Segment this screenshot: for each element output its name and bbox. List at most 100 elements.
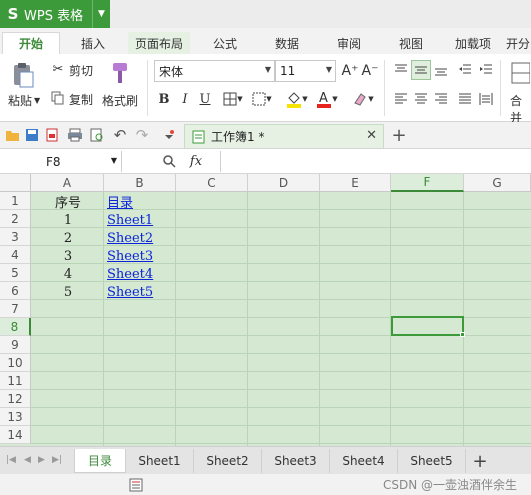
sheet-tab-sheet1[interactable]: Sheet1 [126, 449, 194, 473]
add-sheet-plus-icon[interactable]: + [470, 450, 490, 472]
column-header-f[interactable]: F [391, 174, 464, 192]
chevron-down-icon[interactable]: ▼ [92, 0, 110, 28]
column-header-e[interactable]: E [320, 174, 391, 192]
row-header-7[interactable]: 7 [0, 300, 31, 318]
cell-a6[interactable]: 5 [32, 283, 104, 301]
tab-more[interactable]: 开分 [506, 32, 531, 54]
tab-formulas[interactable]: 公式 [196, 32, 254, 54]
copy-button[interactable]: 复制 [69, 91, 93, 108]
cell-a1[interactable]: 序号 [32, 192, 104, 211]
print-icon[interactable] [66, 127, 84, 143]
first-sheet-icon[interactable]: |◀ [6, 455, 16, 465]
sheet-tab-toc[interactable]: 目录 [74, 449, 126, 473]
export-pdf-icon[interactable] [44, 127, 60, 143]
row-header-4[interactable]: 4 [0, 246, 31, 264]
zoom-search-icon[interactable] [160, 152, 178, 170]
row-header-13[interactable]: 13 [0, 408, 31, 426]
cell-b2-link[interactable]: Sheet1 [104, 211, 176, 229]
grow-font-button[interactable]: A⁺ [341, 62, 359, 80]
column-header-b[interactable]: B [104, 174, 176, 192]
align-top-icon[interactable] [392, 61, 410, 79]
fill-color-icon[interactable]: ▼ [284, 89, 310, 109]
align-center-icon[interactable] [412, 90, 430, 108]
sheet-tab-sheet3[interactable]: Sheet3 [262, 449, 330, 473]
cell-b4-link[interactable]: Sheet3 [104, 247, 176, 265]
column-header-g[interactable]: G [464, 174, 531, 192]
next-sheet-icon[interactable]: ▶ [38, 455, 45, 465]
row-header-1[interactable]: 1 [0, 192, 31, 210]
sheet-tab-sheet2[interactable]: Sheet2 [194, 449, 262, 473]
format-painter-button[interactable]: 格式刷 [102, 92, 138, 109]
formula-input[interactable] [220, 151, 531, 172]
tab-view[interactable]: 视图 [382, 32, 440, 54]
borders-icon[interactable]: ▼ [221, 90, 245, 108]
cell-b5-link[interactable]: Sheet4 [104, 265, 176, 283]
row-header-8[interactable]: 8 [0, 318, 31, 336]
tab-addins[interactable]: 加载项 [444, 32, 502, 54]
bold-button[interactable]: B [156, 90, 172, 108]
column-header-c[interactable]: C [176, 174, 248, 192]
name-box[interactable]: F8 ▼ [0, 151, 122, 172]
column-header-a[interactable]: A [31, 174, 104, 192]
spreadsheet-grid[interactable]: ABCDEFG 1 2 3 4 5 6 7 8 9 10 11 12 13 14 序号 目录 1 Shee… [0, 174, 531, 446]
increase-indent-icon[interactable] [477, 61, 495, 79]
font-color-icon[interactable]: A ▼ [314, 89, 340, 109]
new-tab-plus-icon[interactable]: + [390, 125, 408, 146]
paste-button[interactable]: 粘贴 ▼ [8, 92, 40, 109]
italic-button[interactable]: I [177, 90, 193, 108]
merge-button[interactable]: 合并 [510, 92, 531, 126]
row-header-11[interactable]: 11 [0, 372, 31, 390]
cell-style-icon[interactable]: ▼ [250, 90, 274, 108]
redo-icon[interactable]: ↷ [134, 126, 150, 144]
fill-handle[interactable] [460, 332, 465, 337]
shrink-font-button[interactable]: A⁻ [361, 62, 379, 80]
document-tab[interactable]: 工作簿1 * ✕ [184, 124, 384, 148]
scissors-icon[interactable]: ✂ [50, 61, 66, 77]
cell-a3[interactable]: 2 [32, 229, 104, 247]
cell-b6-link[interactable]: Sheet5 [104, 283, 176, 301]
cell-a2[interactable]: 1 [32, 211, 104, 229]
row-header-5[interactable]: 5 [0, 264, 31, 282]
font-name-select[interactable]: 宋体 ▼ [154, 60, 275, 82]
prev-sheet-icon[interactable]: ◀ [24, 455, 31, 465]
save-icon[interactable] [24, 127, 40, 143]
row-header-10[interactable]: 10 [0, 354, 31, 372]
row-header-12[interactable]: 12 [0, 390, 31, 408]
sheet-tab-sheet5[interactable]: Sheet5 [398, 449, 466, 473]
column-header-d[interactable]: D [248, 174, 320, 192]
selected-cell-f8[interactable] [391, 316, 464, 336]
select-all-corner[interactable] [0, 174, 31, 192]
close-icon[interactable]: ✕ [366, 128, 377, 143]
decrease-indent-icon[interactable] [456, 61, 474, 79]
paste-icon[interactable] [10, 62, 36, 88]
print-preview-icon[interactable] [89, 127, 105, 143]
last-sheet-icon[interactable]: ▶| [52, 455, 62, 465]
tab-page-layout[interactable]: 页面布局 [128, 32, 190, 54]
clear-format-icon[interactable]: ▼ [350, 89, 376, 109]
cell-b1-link[interactable]: 目录 [104, 192, 176, 211]
cell-b3-link[interactable]: Sheet2 [104, 229, 176, 247]
align-left-icon[interactable] [392, 90, 410, 108]
copy-icon[interactable] [50, 90, 66, 106]
tab-data[interactable]: 数据 [258, 32, 316, 54]
tab-review[interactable]: 审阅 [320, 32, 378, 54]
format-painter-icon[interactable] [107, 60, 133, 86]
distributed-align-icon[interactable] [477, 90, 495, 108]
page-view-icon[interactable] [128, 477, 144, 493]
function-fx-button[interactable]: fx [186, 152, 206, 170]
customize-toolbar-icon[interactable] [161, 126, 177, 144]
row-header-2[interactable]: 2 [0, 210, 31, 228]
align-right-icon[interactable] [432, 90, 450, 108]
row-header-14[interactable]: 14 [0, 426, 31, 444]
tab-home[interactable]: 开始 [2, 32, 60, 54]
open-folder-icon[interactable] [4, 127, 20, 143]
sheet-tab-sheet4[interactable]: Sheet4 [330, 449, 398, 473]
underline-button[interactable]: U [197, 90, 213, 108]
undo-icon[interactable]: ↶ [112, 126, 128, 144]
tab-insert[interactable]: 插入 [64, 32, 122, 54]
cut-button[interactable]: 剪切 [69, 62, 93, 79]
justify-icon[interactable] [456, 90, 474, 108]
align-bottom-icon[interactable] [432, 61, 450, 79]
merge-cells-icon[interactable] [508, 60, 531, 86]
row-header-9[interactable]: 9 [0, 336, 31, 354]
